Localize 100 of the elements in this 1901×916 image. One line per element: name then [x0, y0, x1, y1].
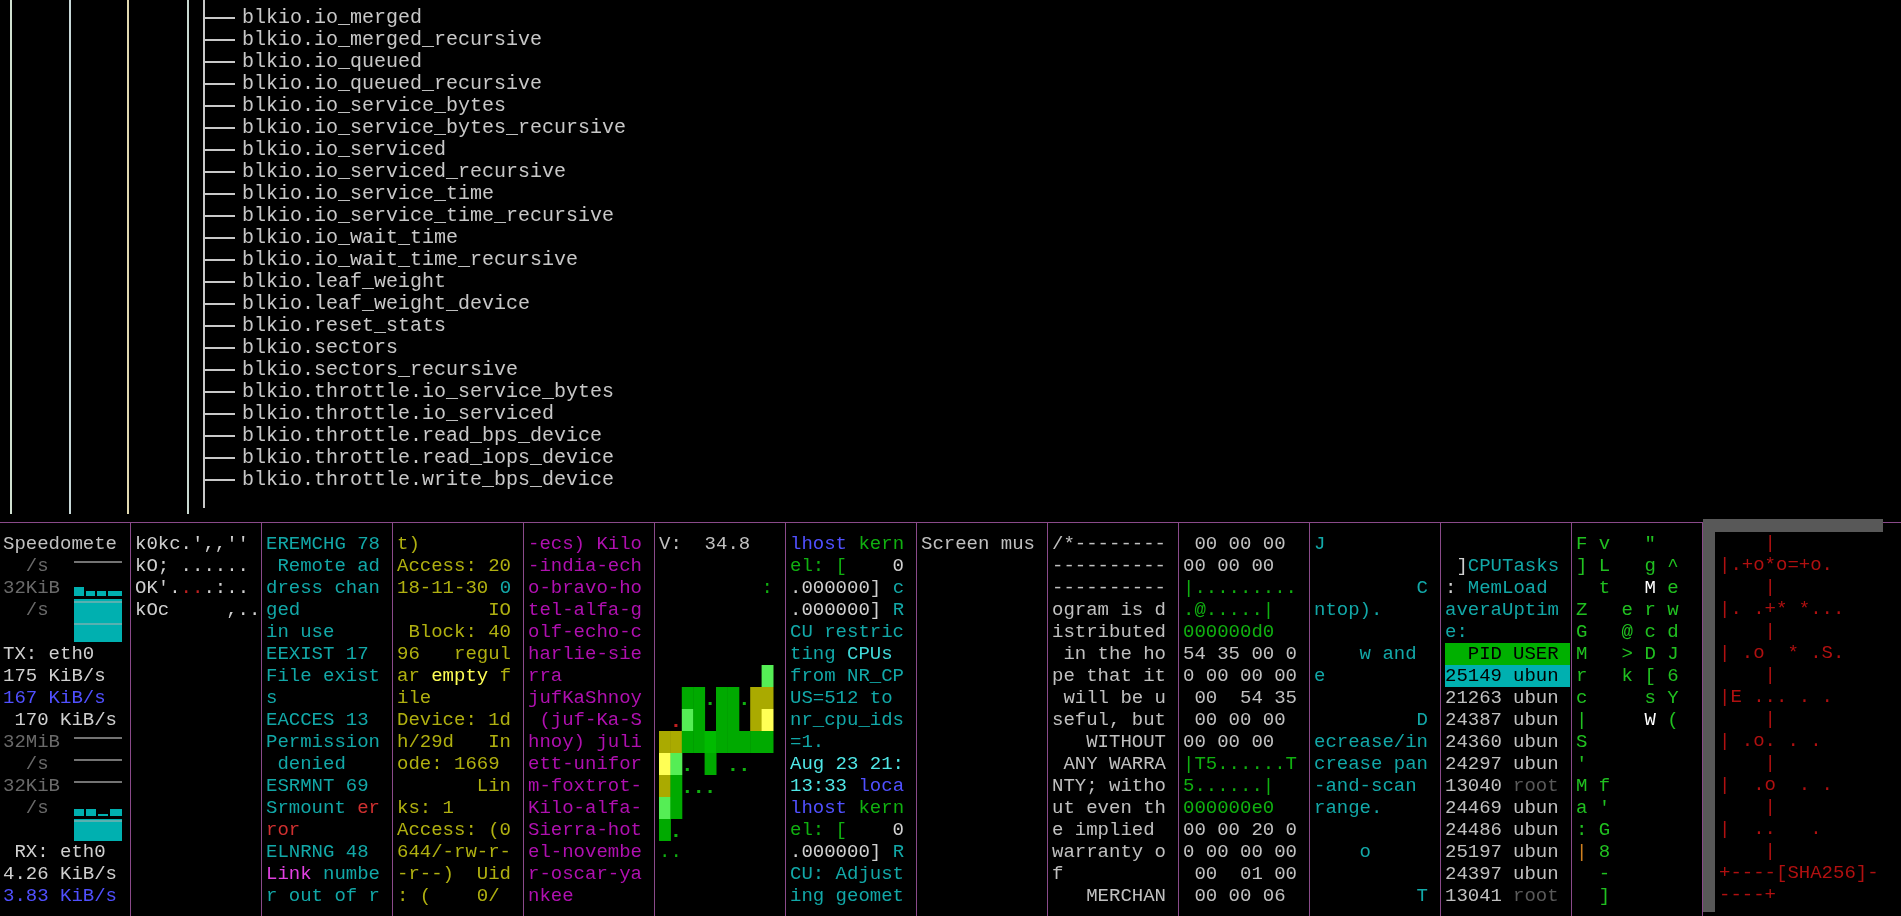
terminal-line: |	[1763, 796, 1776, 818]
terminal-line: tel-alfa-g	[528, 599, 643, 621]
terminal-line: 00 00 00	[1193, 709, 1286, 731]
terminal-line: MERCHAN	[1085, 885, 1167, 907]
tree-item[interactable]: blkio.throttle.read_iops_device	[242, 447, 615, 469]
terminal-line: 18-11-30 0	[397, 577, 512, 599]
terminal-line: |	[1763, 576, 1776, 598]
terminal-line: | .. .	[1719, 818, 1822, 840]
tree-item[interactable]: blkio.leaf_weight	[242, 271, 447, 293]
terminal-line: Permission	[266, 731, 381, 753]
terminal-line: /s	[24, 797, 49, 819]
terminal-line: |	[1763, 620, 1776, 642]
terminal-line: harlie-sie	[528, 643, 643, 665]
terminal-line: .@.....|	[1183, 599, 1275, 621]
terminal-line: |	[1763, 708, 1776, 730]
tree-item[interactable]: blkio.io_wait_time_recursive	[242, 249, 579, 271]
terminal-line: :	[760, 577, 774, 599]
terminal-line: +----[SHA256]-	[1719, 862, 1879, 884]
terminal-line: lhost kern	[790, 797, 905, 819]
terminal-line: J	[1314, 533, 1326, 555]
terminal-line: range.	[1314, 797, 1383, 819]
terminal-line: r out of r	[266, 885, 381, 907]
terminal-line: File exist	[266, 665, 381, 687]
tree-item[interactable]: blkio.io_merged	[242, 7, 423, 29]
terminal-line: o-bravo-ho	[528, 577, 643, 599]
terminal-line: .000000] R	[790, 599, 905, 621]
terminal-line: Aug 23 21:	[790, 753, 905, 775]
terminal-line: r-oscar-ya	[528, 863, 643, 885]
terminal-line: RX: eth0	[13, 841, 106, 863]
terminal-line: averaUptim	[1445, 599, 1560, 621]
terminal-line: |. .+* *...	[1719, 598, 1845, 620]
terminal-line: | .o . .	[1719, 774, 1834, 796]
tree-item[interactable]: blkio.leaf_weight_device	[242, 293, 531, 315]
terminal-line: C	[1415, 577, 1429, 599]
terminal-line: w and	[1358, 643, 1417, 665]
tree-item[interactable]: blkio.sectors_recursive	[242, 359, 519, 381]
terminal-line: o	[1358, 841, 1371, 863]
tree-item[interactable]: blkio.io_merged_recursive	[242, 29, 543, 51]
terminal-line: |	[1763, 664, 1776, 686]
terminal-line: dress chan	[266, 577, 381, 599]
terminal-line: ] L g ^	[1576, 555, 1679, 577]
terminal-line: r k [ 6	[1576, 665, 1679, 687]
terminal-line: /s	[24, 599, 49, 621]
terminal-line: : ( 0/	[397, 885, 500, 907]
terminal-line: 5......|	[1183, 775, 1275, 797]
column-header: USER	[1513, 643, 1559, 665]
terminal-line: US=512 to	[790, 687, 893, 709]
terminal-line: | W (	[1576, 709, 1679, 731]
terminal-line: TX: eth0	[3, 643, 95, 665]
process-row[interactable]: 25149 ubun	[1445, 665, 1570, 687]
terminal-line: ode: 1669	[397, 753, 500, 775]
tree-item[interactable]: blkio.io_service_bytes	[242, 95, 507, 117]
terminal-line: Z e r w	[1576, 599, 1679, 621]
tree-item[interactable]: blkio.io_service_time_recursive	[242, 205, 615, 227]
terminal-line: /*--------	[1052, 533, 1167, 555]
tree-item[interactable]: blkio.io_queued_recursive	[242, 73, 543, 95]
terminal-line: a '	[1576, 797, 1611, 819]
terminal-line: e	[1314, 665, 1326, 687]
tree-item[interactable]: blkio.reset_stats	[242, 315, 447, 337]
terminal-line: from NR_CP	[790, 665, 905, 687]
terminal-line: EACCES 13	[266, 709, 369, 731]
terminal-line: Sierra-hot	[528, 819, 643, 841]
terminal-line: |	[1763, 532, 1776, 554]
tree-item[interactable]: blkio.io_serviced_recursive	[242, 161, 567, 183]
terminal-line: ntop).	[1314, 599, 1383, 621]
terminal-line: CU: Adjust	[790, 863, 905, 885]
terminal-line: |T5......T	[1183, 753, 1298, 775]
tree-item[interactable]: blkio.io_wait_time	[242, 227, 459, 249]
tree-item[interactable]: blkio.throttle.read_bps_device	[242, 425, 603, 447]
terminal-line: e:	[1445, 621, 1468, 643]
terminal-line: Device: 1d	[397, 709, 512, 731]
terminal-line: 3.83 KiB/s	[3, 885, 118, 907]
terminal-line: 175 KiB/s	[3, 665, 106, 687]
tree-item[interactable]: blkio.throttle.write_bps_device	[242, 469, 615, 491]
terminal-line: ]CPUTasks	[1455, 555, 1560, 577]
tree-item[interactable]: blkio.io_serviced	[242, 139, 447, 161]
terminal-line: Lin	[475, 775, 512, 797]
terminal-line: k0kc.',,''	[135, 533, 250, 555]
terminal-line: |	[1763, 840, 1776, 862]
tree-item[interactable]: blkio.io_queued	[242, 51, 423, 73]
terminal-line: ..	[659, 841, 682, 863]
terminal-line: T	[1415, 885, 1429, 907]
terminal-line: G @ c d	[1576, 621, 1679, 643]
terminal-line: ecrease/in	[1314, 731, 1429, 753]
terminal-line: kOc ,..	[135, 599, 261, 621]
terminal-line: ----+	[1719, 884, 1776, 906]
tree-item[interactable]: blkio.io_service_bytes_recursive	[242, 117, 627, 139]
tree-item[interactable]: blkio.sectors	[242, 337, 399, 359]
terminal-line: Block: 40	[407, 621, 512, 643]
terminal-line: 170 KiB/s	[13, 709, 118, 731]
terminal-line: '	[1576, 753, 1588, 775]
tree-item[interactable]: blkio.throttle.io_serviced	[242, 403, 555, 425]
terminal-line: NTY; witho	[1052, 775, 1167, 797]
terminal-line: Access: 20	[397, 555, 512, 577]
terminal-line: 32KiB	[3, 775, 60, 797]
tree-item[interactable]: blkio.throttle.io_service_bytes	[242, 381, 615, 403]
terminal-line: rra	[528, 665, 563, 687]
tree-item[interactable]: blkio.io_service_time	[242, 183, 495, 205]
terminal-line: c s Y	[1576, 687, 1679, 709]
terminal-line: -ecs) Kilo	[528, 533, 643, 555]
